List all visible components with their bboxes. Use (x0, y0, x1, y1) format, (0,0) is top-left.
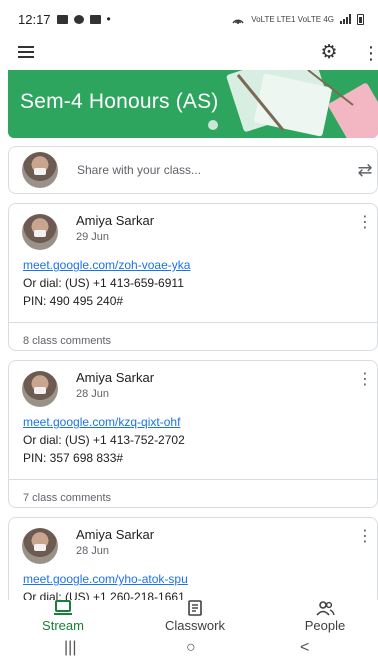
user-avatar (22, 152, 58, 188)
nav-stream[interactable]: Stream (18, 600, 108, 633)
dial-text: Or dial: (US) +1 413-752-2702 (23, 433, 185, 447)
status-left: 12:17 • (18, 12, 111, 27)
meet-link[interactable]: meet.google.com/kzq-qixt-ohf (23, 413, 363, 431)
status-dot: • (106, 12, 111, 26)
post-more-icon[interactable]: ⋮ (357, 212, 373, 232)
share-box[interactable]: Share with your class... ⇄ (8, 146, 378, 194)
nav-people-label: People (304, 618, 346, 633)
author-avatar (22, 528, 58, 564)
signal-icon (340, 14, 351, 24)
status-right: VoLTE LTE1 VoLTE 4G (231, 13, 364, 25)
post-date: 29 Jun (76, 231, 110, 243)
status-bar: 12:17 • VoLTE LTE1 VoLTE 4G (0, 0, 378, 38)
nav-classwork[interactable]: Classwork (150, 600, 240, 633)
stream-icon (54, 600, 72, 615)
notification-icon (89, 14, 101, 24)
class-title[interactable]: Sem-4 Honours (AS) (20, 90, 219, 114)
meet-link[interactable]: meet.google.com/zoh-voae-yka (23, 256, 363, 274)
announcement-card[interactable]: Amiya Sarkar 29 Jun ⋮ meet.google.com/zo… (8, 203, 378, 351)
app-bar: ⚙ ⋮ (0, 38, 378, 70)
menu-icon[interactable] (18, 46, 34, 58)
pin-text: PIN: 357 698 833# (23, 451, 124, 465)
post-date: 28 Jun (76, 388, 110, 400)
classwork-icon (188, 600, 202, 616)
pin-text: PIN: 490 495 240# (23, 294, 124, 308)
back-button[interactable]: < (300, 639, 309, 657)
class-comments-link[interactable]: 8 class comments (9, 323, 377, 359)
post-header: Amiya Sarkar 28 Jun ⋮ (9, 518, 377, 568)
post-body: meet.google.com/zoh-voae-yka Or dial: (U… (9, 254, 377, 310)
battery-icon (357, 13, 364, 25)
post-more-icon[interactable]: ⋮ (357, 526, 373, 546)
author-name: Amiya Sarkar (76, 370, 155, 385)
messenger-icon (73, 14, 84, 24)
nav-people[interactable]: People (280, 600, 370, 633)
settings-gear-icon[interactable]: ⚙ (318, 42, 340, 64)
post-date: 28 Jun (76, 545, 110, 557)
system-navigation-bar: ||| ○ < (0, 636, 378, 660)
announcement-card[interactable]: Amiya Sarkar 28 Jun ⋮ meet.google.com/kz… (8, 360, 378, 508)
meet-link[interactable]: meet.google.com/yho-atok-spu (23, 570, 363, 588)
network-text: VoLTE LTE1 VoLTE 4G (251, 14, 334, 24)
more-options-icon[interactable]: ⋮ (362, 42, 378, 64)
post-header: Amiya Sarkar 29 Jun ⋮ (9, 204, 377, 254)
status-time: 12:17 (18, 11, 51, 27)
recents-button[interactable]: ||| (64, 639, 76, 657)
dial-text: Or dial: (US) +1 413-659-6911 (23, 276, 184, 290)
people-icon (316, 601, 335, 616)
nav-stream-label: Stream (42, 618, 84, 633)
nav-classwork-label: Classwork (165, 618, 225, 633)
post-header: Amiya Sarkar 28 Jun ⋮ (9, 361, 377, 411)
class-comments-link[interactable]: 7 class comments (9, 480, 377, 516)
gallery-icon (56, 14, 68, 24)
author-avatar (22, 371, 58, 407)
class-banner: Sem-4 Honours (AS) (8, 70, 378, 138)
share-placeholder[interactable]: Share with your class... (77, 163, 201, 177)
post-body: meet.google.com/kzq-qixt-ohf Or dial: (U… (9, 411, 377, 467)
home-button[interactable]: ○ (186, 639, 196, 657)
author-name: Amiya Sarkar (76, 527, 155, 542)
hotspot-icon (232, 19, 244, 24)
post-more-icon[interactable]: ⋮ (357, 369, 373, 389)
author-avatar (22, 214, 58, 250)
announcement-card[interactable]: Amiya Sarkar 28 Jun ⋮ meet.google.com/yh… (8, 517, 378, 607)
author-name: Amiya Sarkar (76, 213, 155, 228)
repost-icon[interactable]: ⇄ (355, 159, 375, 181)
bottom-navigation: Stream Classwork People (0, 600, 378, 636)
